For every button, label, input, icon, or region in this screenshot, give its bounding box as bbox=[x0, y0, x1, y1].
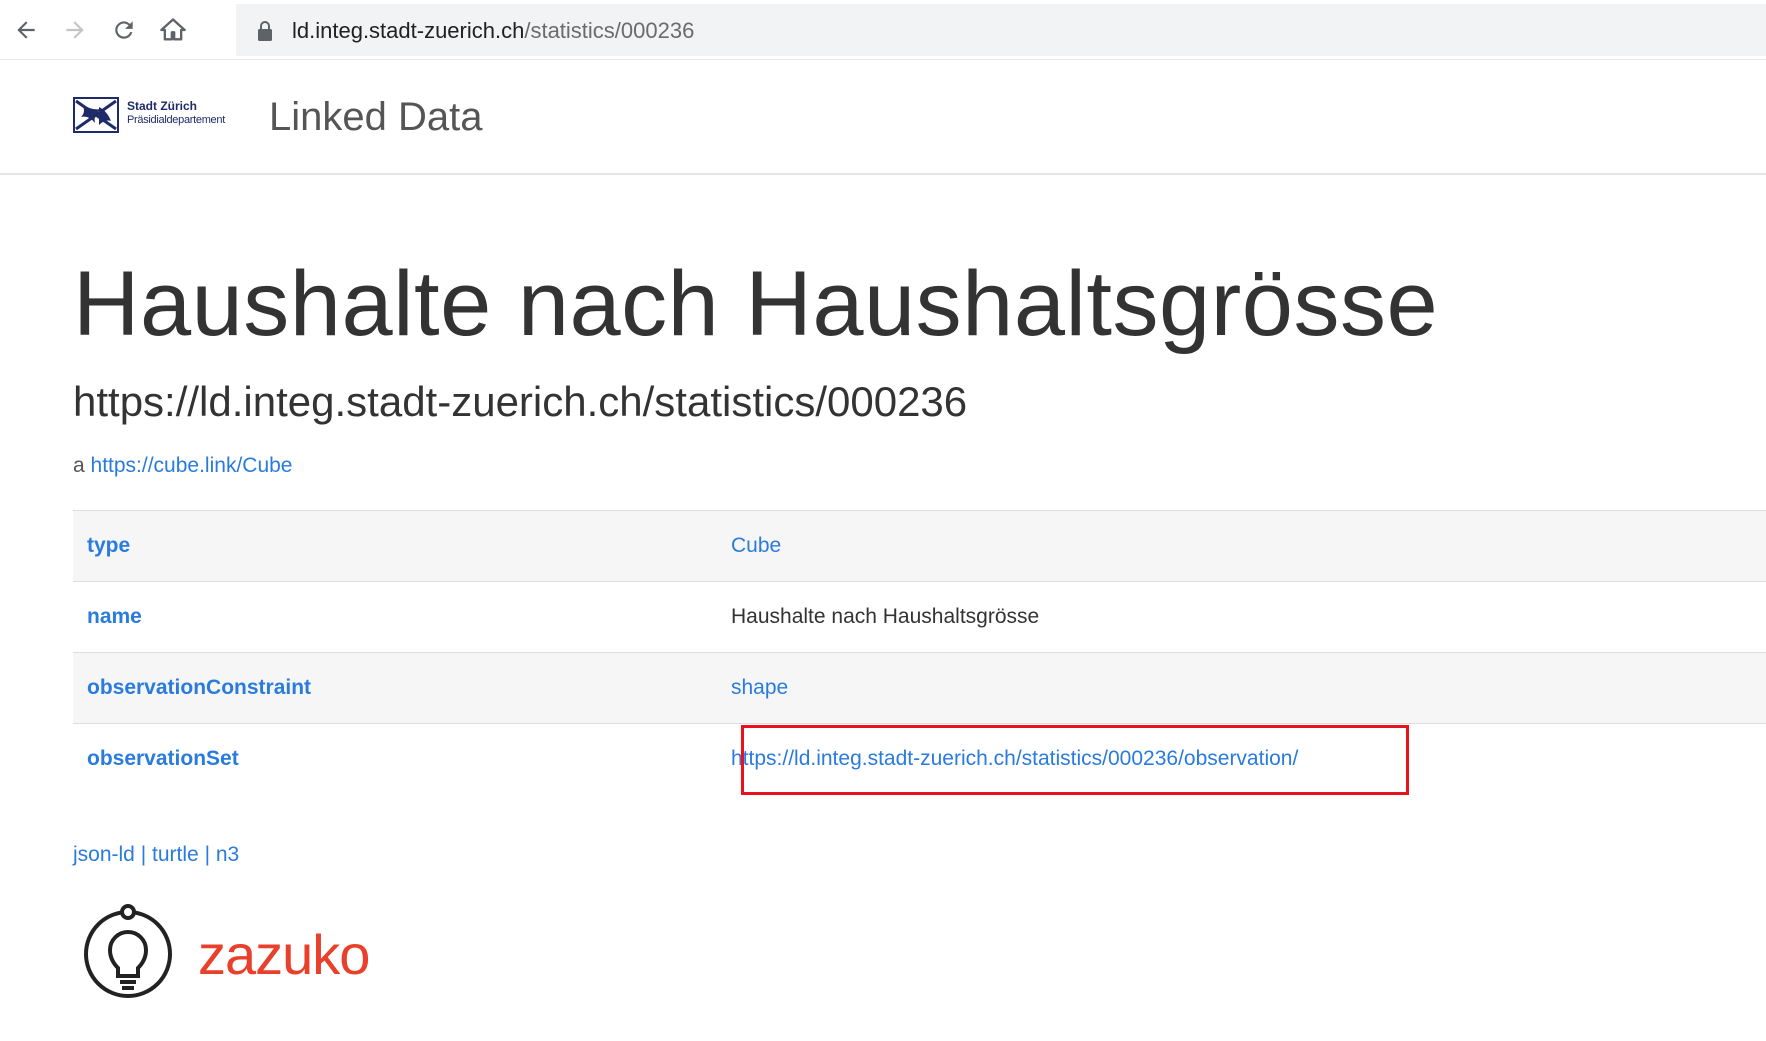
url-path: /statistics/000236 bbox=[524, 18, 695, 43]
url-host: ld.integ.stadt-zuerich.ch bbox=[292, 18, 525, 43]
property-key[interactable]: observationConstraint bbox=[73, 653, 731, 724]
browser-toolbar: ld.integ.stadt-zuerich.ch/statistics/000… bbox=[0, 0, 1766, 60]
property-row: type Cube bbox=[73, 510, 1766, 582]
type-line: a https://cube.link/Cube bbox=[73, 454, 292, 478]
property-row: observationConstraint shape bbox=[73, 652, 1766, 724]
resource-uri: https://ld.integ.stadt-zuerich.ch/statis… bbox=[73, 378, 968, 425]
city-crest-icon bbox=[73, 97, 119, 133]
format-separator: | bbox=[204, 843, 211, 866]
page-title: Haushalte nach Haushaltsgrösse bbox=[73, 253, 1439, 355]
lock-icon bbox=[256, 20, 274, 42]
property-key-link[interactable]: observationConstraint bbox=[87, 676, 311, 699]
home-icon[interactable] bbox=[155, 12, 191, 48]
stadt-zuerich-logo[interactable]: Stadt Zürich Präsidialdepartement bbox=[73, 97, 253, 137]
property-key-link[interactable]: type bbox=[87, 534, 130, 557]
url-text[interactable]: ld.integ.stadt-zuerich.ch/statistics/000… bbox=[292, 18, 694, 44]
logo-line-2: Präsidialdepartement bbox=[127, 114, 225, 126]
property-value[interactable]: shape bbox=[731, 653, 1766, 724]
format-links: json-ld | turtle | n3 bbox=[73, 843, 239, 867]
property-value-link[interactable]: shape bbox=[731, 676, 788, 699]
reload-icon[interactable] bbox=[106, 12, 142, 48]
site-header: Stadt Zürich Präsidialdepartement Linked… bbox=[0, 61, 1766, 175]
property-key[interactable]: observationSet bbox=[73, 724, 731, 795]
highlight-annotation-box bbox=[741, 725, 1409, 795]
json-ld-link[interactable]: json-ld bbox=[73, 843, 135, 866]
type-prefix: a bbox=[73, 454, 85, 477]
zazuko-logo[interactable]: zazuko bbox=[82, 900, 382, 1000]
site-title[interactable]: Linked Data bbox=[269, 95, 482, 140]
back-arrow-icon[interactable] bbox=[8, 12, 44, 48]
property-key[interactable]: type bbox=[73, 511, 731, 582]
zazuko-wordmark: zazuko bbox=[198, 923, 370, 986]
logo-line-1: Stadt Zürich bbox=[127, 99, 198, 113]
property-key-link[interactable]: name bbox=[87, 605, 142, 628]
type-link[interactable]: https://cube.link/Cube bbox=[91, 454, 293, 477]
address-bar[interactable]: ld.integ.stadt-zuerich.ch/statistics/000… bbox=[236, 4, 1766, 56]
lightbulb-icon bbox=[84, 904, 172, 998]
property-row: name Haushalte nach Haushaltsgrösse bbox=[73, 581, 1766, 653]
property-value[interactable]: Cube bbox=[731, 511, 1766, 582]
property-value: Haushalte nach Haushaltsgrösse bbox=[731, 605, 1040, 628]
property-key-link[interactable]: observationSet bbox=[87, 747, 239, 770]
property-key[interactable]: name bbox=[73, 582, 731, 653]
n3-link[interactable]: n3 bbox=[216, 843, 239, 866]
turtle-link[interactable]: turtle bbox=[152, 843, 199, 866]
format-separator: | bbox=[140, 843, 147, 866]
property-value-link[interactable]: Cube bbox=[731, 534, 781, 557]
forward-arrow-icon[interactable] bbox=[57, 12, 93, 48]
